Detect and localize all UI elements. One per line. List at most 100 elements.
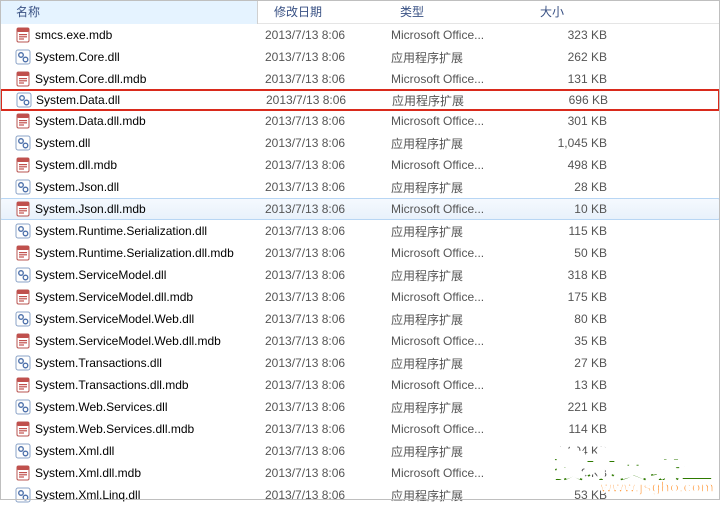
file-row[interactable]: System.Json.dll.mdb2013/7/13 8:06Microso… [0,198,720,220]
file-type-cell: 应用程序扩展 [385,267,525,284]
mdb-file-icon [15,201,31,217]
column-header-type[interactable]: 类型 [384,0,524,24]
file-type-cell: 应用程序扩展 [386,92,526,109]
file-row[interactable]: System.dll.mdb2013/7/13 8:06Microsoft Of… [0,154,720,176]
file-name-cell[interactable]: System.ServiceModel.Web.dll [1,311,259,327]
file-name: System.ServiceModel.dll.mdb [35,290,193,304]
file-row[interactable]: System.Json.dll2013/7/13 8:06应用程序扩展28 KB [0,176,720,198]
file-name-cell[interactable]: System.dll.mdb [1,157,259,173]
file-name-cell[interactable]: System.Core.dll [1,49,259,65]
file-name-cell[interactable]: System.ServiceModel.dll [1,267,259,283]
file-row[interactable]: System.Data.dll2013/7/13 8:06应用程序扩展696 K… [0,89,720,111]
file-row[interactable]: System.Xml.dll2013/7/13 8:06应用程序扩展1,304 … [0,440,720,462]
file-row[interactable]: System.Web.Services.dll2013/7/13 8:06应用程… [0,396,720,418]
column-header-type-text: 类型 [400,5,424,19]
file-row[interactable]: System.Xml.Linq.dll2013/7/13 8:06应用程序扩展5… [0,484,720,506]
file-row[interactable]: System.ServiceModel.dll2013/7/13 8:06应用程… [0,264,720,286]
file-row[interactable]: System.ServiceModel.Web.dll 2013/7/13 8:0… [0,308,720,330]
file-name: System.Data.dll.mdb [35,114,146,128]
file-size-cell: 1,304 KB [525,444,615,458]
mdb-file-icon [15,377,31,393]
file-name-cell[interactable]: smcs.exe.mdb [1,27,259,43]
file-name-cell[interactable]: System.Transactions.dll.mdb [1,377,259,393]
file-name-cell[interactable]: System.ServiceModel.Web.dll.mdb [1,333,259,349]
file-row[interactable]: System.Runtime.Serialization.dll.mdb2013… [0,242,720,264]
file-name-cell[interactable]: System.Xml.Linq.dll [1,487,259,503]
column-header-date-text: 修改日期 [274,5,322,19]
file-name-cell[interactable]: System.Json.dll [1,179,259,195]
file-row[interactable]: System.Xml.dll.mdb2013/7/13 8:06Microsof… [0,462,720,484]
mdb-file-icon [15,27,31,43]
file-date-cell: 2013/7/13 8:06 [259,202,385,216]
file-type-cell: 应用程序扩展 [385,135,525,152]
file-type-cell: 应用程序扩展 [385,49,525,66]
file-name: System.Web.Services.dll.mdb [35,422,194,436]
file-type-cell: Microsoft Office... [385,72,525,86]
file-name: System.Core.dll [35,50,120,64]
file-name: System.Transactions.dll.mdb [35,378,189,392]
file-date-cell: 2013/7/13 8:06 [259,268,385,282]
file-name-cell[interactable]: System.Transactions.dll [1,355,259,371]
file-size-cell: 10 KB [525,202,615,216]
dll-file-icon [15,135,31,151]
file-name-cell[interactable]: System.Runtime.Serialization.dll.mdb [1,245,259,261]
file-name-cell[interactable]: System.Web.Services.dll.mdb [1,421,259,437]
file-size-cell: 27 KB [525,356,615,370]
dll-file-icon [15,179,31,195]
file-size-cell: 28 KB [525,180,615,194]
file-size-cell: 80 KB [525,312,615,326]
file-row[interactable]: System.Transactions.dll.mdb 2013/7/13 8:0… [0,374,720,396]
file-type-cell: Microsoft Office... [385,378,525,392]
file-size-cell: 1,045 KB [525,136,615,150]
file-name: System.Json.dll.mdb [35,202,146,216]
file-name-cell[interactable]: System.Json.dll.mdb [1,201,259,217]
file-name: System.Xml.dll.mdb [35,466,141,480]
file-name-cell[interactable]: System.Web.Services.dll [1,399,259,415]
file-name-cell[interactable]: System.Core.dll.mdb [1,71,259,87]
file-name-cell[interactable]: System.Xml.dll [1,443,259,459]
file-date-cell: 2013/7/13 8:06 [259,72,385,86]
file-size-cell: 498 KB [525,158,615,172]
file-size-cell: 114 KB [525,422,615,436]
mdb-file-icon [15,113,31,129]
file-row[interactable]: System.Core.dll.mdb2013/7/13 8:06Microso… [0,68,720,90]
file-name-cell[interactable]: System.Runtime.Serialization.dll [1,223,259,239]
file-row[interactable]: System.Core.dll2013/7/13 8:06应用程序扩展262 K… [0,46,720,68]
file-name: System.Runtime.Serialization.dll [35,224,207,238]
mdb-file-icon [15,71,31,87]
file-name-cell[interactable]: System.dll [1,135,259,151]
file-date-cell: 2013/7/13 8:06 [259,290,385,304]
file-date-cell: 2013/7/13 8:06 [259,312,385,326]
dll-file-icon [15,443,31,459]
mdb-file-icon [15,157,31,173]
file-date-cell: 2013/7/13 8:06 [260,93,386,107]
file-row[interactable]: smcs.exe.mdb2013/7/13 8:06Microsoft Offi… [0,24,720,46]
file-name-cell[interactable]: System.ServiceModel.dll.mdb [1,289,259,305]
file-type-cell: Microsoft Office... [385,28,525,42]
file-row[interactable]: System.Web.Services.dll.mdb 2013/7/13 8:0… [0,418,720,440]
file-size-cell: 262 KB [525,50,615,64]
file-name: System.ServiceModel.Web.dll [35,312,194,326]
file-type-cell: Microsoft Office... [385,290,525,304]
column-header-name[interactable]: 名称 [0,0,258,24]
file-row[interactable]: System.Transactions.dll2013/7/13 8:06应用程… [0,352,720,374]
column-header-size[interactable]: 大小 [524,0,614,24]
file-name-cell[interactable]: System.Xml.dll.mdb [1,465,259,481]
file-name: System.Runtime.Serialization.dll.mdb [35,246,234,260]
file-row[interactable]: System.Runtime.Serialization.dll2013/7/1… [0,220,720,242]
file-size-cell: 323 KB [525,28,615,42]
dll-file-icon [15,49,31,65]
file-date-cell: 2013/7/13 8:06 [259,422,385,436]
file-row[interactable]: System.dll2013/7/13 8:06应用程序扩展1,045 KB [0,132,720,154]
file-name-cell[interactable]: System.Data.dll [2,92,260,108]
mdb-file-icon [15,421,31,437]
file-name-cell[interactable]: System.Data.dll.mdb [1,113,259,129]
file-name: smcs.exe.mdb [35,28,112,42]
file-row[interactable]: System.Data.dll.mdb2013/7/13 8:06Microso… [0,110,720,132]
file-name: System.Web.Services.dll [35,400,168,414]
file-date-cell: 2013/7/13 8:06 [259,378,385,392]
file-row[interactable]: System.ServiceModel.dll.mdb 2013/7/13 8:0… [0,286,720,308]
file-date-cell: 2013/7/13 8:06 [259,334,385,348]
file-row[interactable]: System.ServiceModel.Web.dll.mdb2013/7/13… [0,330,720,352]
column-header-date[interactable]: 修改日期 [258,0,384,24]
